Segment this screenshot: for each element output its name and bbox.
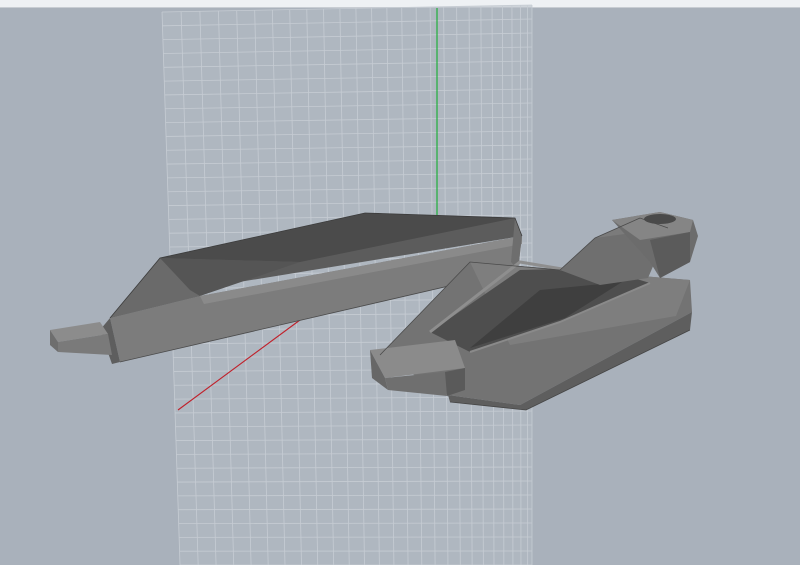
viewport-scene[interactable] [0,0,800,565]
3d-viewport[interactable] [0,0,800,565]
pivot-hole [644,214,676,224]
grid-line-horizontal [178,522,533,524]
